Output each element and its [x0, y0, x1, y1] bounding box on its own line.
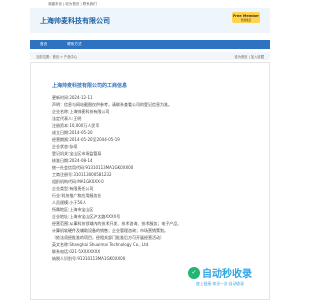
info-lines: 更新时间:2024-12-11 声明：信息与网站截图仅供参考，请联系查看公司的登记… — [52, 94, 252, 262]
company-name: 上海帅麦科技有限公司 — [40, 17, 110, 25]
brand-subtitle: 放上链接·来访一次·自动收录 — [196, 281, 244, 286]
header: 上海帅麦科技有限公司 Free Member 普通会员 — [30, 8, 270, 33]
info-line: 声明：信息与网站截图仅供参考，请联系查看公司的登记信息为准。 — [52, 102, 172, 107]
breadcrumb-left[interactable]: 当前位置：首页 > 产品中心 — [36, 54, 77, 59]
badge-bottom-text: 普通会员 — [240, 17, 252, 22]
nav-home[interactable]: 首页 — [30, 42, 57, 47]
info-line: 登记机关:宝山区市场监管局 — [52, 151, 102, 156]
info-line: 企业状态:存续 — [52, 144, 78, 149]
info-line: 行业:科技推广和应用服务业 — [52, 193, 102, 198]
info-line: 成立日期:2014-05-20 — [52, 130, 93, 135]
info-line: 英文名称:Shanghai Shuaimai Technology Co., L… — [52, 242, 150, 247]
breadcrumb-bar: 当前位置：首页 > 产品中心 设为首页 | 加入收藏 — [30, 52, 270, 60]
main-nav: 首页 联系方式 — [30, 40, 270, 49]
info-line: 人员规模:小于50人 — [52, 200, 87, 205]
info-line: 企业名称:上海帅麦科技有限公司 — [52, 109, 110, 114]
brand-name: 自动秒收录 — [202, 269, 252, 280]
info-line: 企业类型:有限责任公司 — [52, 186, 94, 191]
top-links[interactable]: 收藏本页 | 收为首页 | 联系我们 — [0, 0, 300, 8]
info-line: 经营期限:2014-05-20至2044-05-19 — [52, 137, 120, 142]
info-line: 经营范围:从事科技领域内的技术开发、技术咨询、技术服务；电子产品、 — [52, 221, 182, 226]
info-line: 统一社会信用代码:91310113MA1GK0XX00 — [52, 165, 134, 170]
brand-top: ✓ 自动秒收录 — [188, 265, 252, 280]
info-line: 计算机软硬件及辅助设备的销售；企业管理咨询；市场营销策划。 — [52, 228, 168, 233]
info-line: 企业地址:上海市宝山区沪太路XXXX号 — [52, 214, 121, 219]
brand-icon: ✓ — [188, 266, 200, 279]
info-line: 更新时间:2024-12-11 — [52, 95, 93, 100]
info-line: 所属地区:上海市宝山区 — [52, 207, 94, 212]
info-line: 纳税人识别号:91310113MA1GK0XX00 — [52, 256, 126, 261]
membership-badge: Free Member 普通会员 — [232, 12, 260, 23]
info-line: 核准日期:2024-08-14 — [52, 158, 93, 163]
info-line: 组织机构代码:MA1GK0XX-0 — [52, 179, 104, 184]
info-line: 注册资本:10,000万人民币 — [52, 123, 100, 128]
nav-contact[interactable]: 联系方式 — [57, 42, 91, 47]
info-line: 工商注册号:310113000581232 — [52, 172, 112, 177]
info-line: （依法须经批准的项目，经相关部门批准后方可开展经营活动） — [52, 235, 164, 240]
info-line: 联系电话:021-5XXXXXXX — [52, 249, 101, 254]
info-line: 法定代表人:王明 — [52, 116, 82, 121]
brand-watermark: ✓ 自动秒收录 放上链接·来访一次·自动收录 — [176, 265, 264, 287]
breadcrumb-right[interactable]: 设为首页 | 加入收藏 — [234, 54, 264, 59]
page-title: 上海帅麦科技有限公司的工商信息 — [52, 83, 128, 89]
